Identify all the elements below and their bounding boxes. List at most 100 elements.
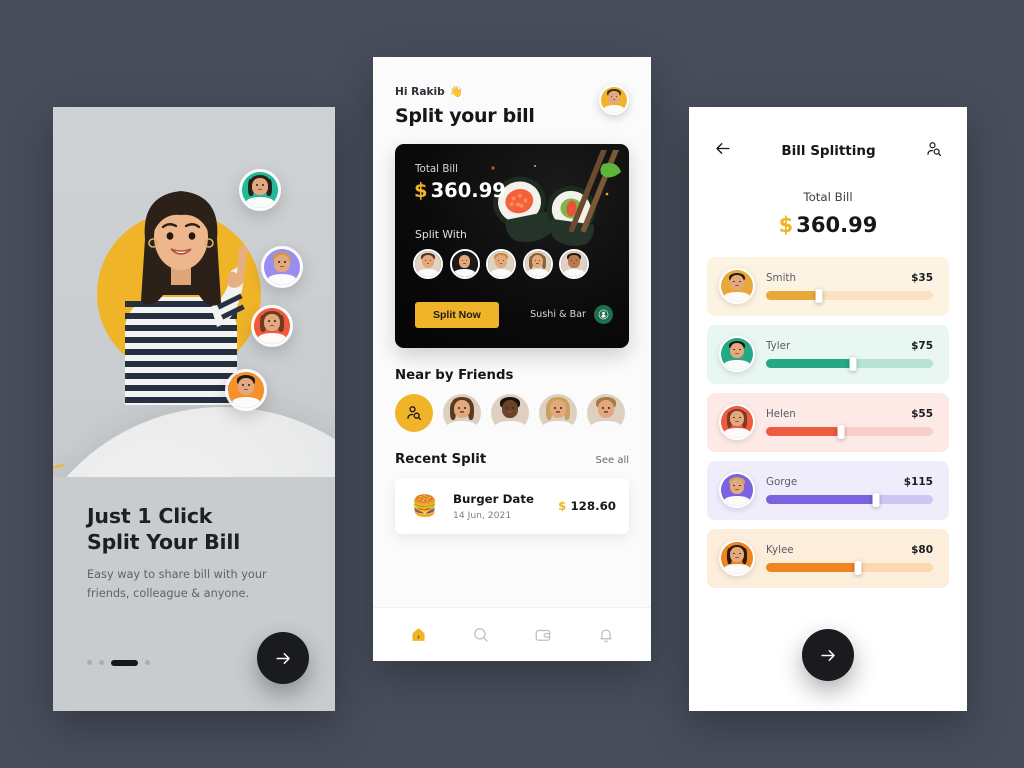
slider-thumb[interactable]: [872, 492, 880, 507]
total-bill-label: Total Bill: [803, 190, 853, 204]
split-row[interactable]: Helen $55: [707, 393, 949, 452]
avatar[interactable]: [449, 249, 480, 279]
starbucks-logo: [594, 305, 613, 324]
avatar: [719, 268, 755, 304]
split-row[interactable]: Tyler $75: [707, 325, 949, 384]
confirm-button[interactable]: [802, 629, 854, 681]
slider-fill: [766, 291, 820, 300]
friend-bubble-3[interactable]: [251, 305, 293, 347]
avatar-face: [601, 87, 627, 113]
amount-value: 360.99: [430, 179, 506, 202]
avatar-face: [228, 372, 264, 408]
back-button[interactable]: [713, 139, 732, 162]
avatar: [719, 336, 755, 372]
split-amount: $ 128.60: [558, 499, 616, 513]
sushi-rolls-image: [491, 150, 621, 246]
avatar-face: [242, 172, 278, 208]
total-bill-amount: $360.99: [414, 179, 506, 202]
home-header: Hi Rakib 👋 Split your bill: [373, 57, 651, 127]
bottom-navigation: [373, 607, 651, 661]
recent-split-header: Recent Split See all: [395, 452, 629, 467]
see-all-link[interactable]: See all: [595, 455, 629, 466]
slider-fill: [766, 359, 853, 368]
search-icon: [473, 627, 488, 642]
friend-bubble-4[interactable]: [225, 369, 267, 411]
split-row[interactable]: Smith $35: [707, 257, 949, 316]
avatar: [719, 404, 755, 440]
split-row[interactable]: Gorge $115: [707, 461, 949, 520]
total-bill-amount: $360.99: [689, 213, 967, 237]
slider-thumb[interactable]: [849, 356, 857, 371]
friend-avatar[interactable]: [587, 394, 625, 432]
app-bar: Bill Splitting: [689, 107, 967, 162]
friend-avatar[interactable]: [491, 394, 529, 432]
split-row[interactable]: Kylee $80: [707, 529, 949, 588]
amount-slider[interactable]: [766, 492, 933, 507]
pager-dot-active[interactable]: [111, 660, 138, 666]
slider-fill: [766, 563, 858, 572]
amount-value: 128.60: [570, 499, 616, 513]
add-person-button[interactable]: [925, 140, 943, 162]
greeting: Hi Rakib 👋: [395, 85, 535, 99]
amount-slider[interactable]: [766, 356, 933, 371]
split-now-button[interactable]: Split Now: [415, 302, 499, 328]
person-name: Tyler: [766, 340, 791, 352]
pager-dot[interactable]: [145, 660, 150, 666]
person-name: Smith: [766, 272, 796, 284]
split-with-label: Split With: [415, 228, 467, 241]
pager-dot[interactable]: [99, 660, 104, 666]
list-item[interactable]: 🍔 Burger Date 14 Jun, 2021 $ 128.60: [395, 478, 629, 534]
avatar[interactable]: [413, 249, 443, 279]
slider-thumb[interactable]: [854, 560, 862, 575]
onboarding-copy: Just 1 Click Split Your Bill Easy way to…: [87, 503, 307, 603]
page-title: Just 1 Click Split Your Bill: [87, 504, 241, 555]
section-title: Near by Friends: [395, 368, 514, 383]
nav-wallet[interactable]: [528, 620, 558, 650]
nav-home[interactable]: [403, 620, 433, 650]
slider-thumb[interactable]: [815, 288, 823, 303]
friend-bubble-2[interactable]: [261, 246, 303, 288]
home-icon: [412, 628, 425, 641]
page-subtitle: Easy way to share bill with your friends…: [87, 568, 267, 600]
page-title: Bill Splitting: [781, 142, 876, 159]
friend-avatar[interactable]: [539, 394, 577, 432]
person-amount: $80: [911, 544, 933, 556]
arrow-left-icon: [716, 143, 730, 154]
pager-dot[interactable]: [87, 660, 92, 666]
arrow-right-icon: [820, 649, 835, 661]
avatar[interactable]: [599, 85, 629, 115]
page-title: Split your bill: [395, 105, 535, 127]
friend-avatar[interactable]: [443, 394, 481, 432]
greeting-text: Hi Rakib: [395, 85, 445, 98]
person-amount: $55: [911, 408, 933, 420]
amount-slider[interactable]: [766, 424, 933, 439]
amount-slider[interactable]: [766, 560, 933, 575]
total-bill-label: Total Bill: [415, 163, 458, 175]
currency-symbol: $: [414, 179, 428, 202]
nav-notifications[interactable]: [591, 620, 621, 650]
section-title: Recent Split: [395, 452, 487, 467]
avatar[interactable]: [559, 249, 589, 279]
wallet-icon: [535, 629, 551, 641]
bill-splitting-phone: Bill Splitting Total Bill $360.99 Smith $…: [689, 107, 967, 711]
total-bill-card: Total Bill $360.99 Split With Split Now …: [395, 144, 629, 348]
nearby-friends-list: [395, 394, 629, 432]
slider-thumb[interactable]: [837, 424, 845, 439]
pager-dots[interactable]: [87, 660, 150, 666]
amount-slider[interactable]: [766, 288, 933, 303]
currency-symbol: $: [778, 213, 794, 237]
avatar[interactable]: [486, 249, 516, 279]
slider-fill: [766, 495, 877, 504]
split-date: 14 Jun, 2021: [453, 509, 512, 521]
arrow-right-icon: [275, 652, 290, 664]
person-name: Gorge: [766, 476, 798, 488]
next-button[interactable]: [257, 632, 309, 684]
add-friend-button[interactable]: [395, 394, 433, 432]
person-search-icon: [927, 141, 942, 156]
nav-search[interactable]: [466, 620, 496, 650]
avatar[interactable]: [522, 249, 553, 279]
merchant-info: Sushi & Bar: [530, 305, 613, 324]
amount-value: 360.99: [796, 213, 878, 237]
bell-icon: [599, 628, 612, 642]
friend-bubble-1[interactable]: [239, 169, 281, 211]
